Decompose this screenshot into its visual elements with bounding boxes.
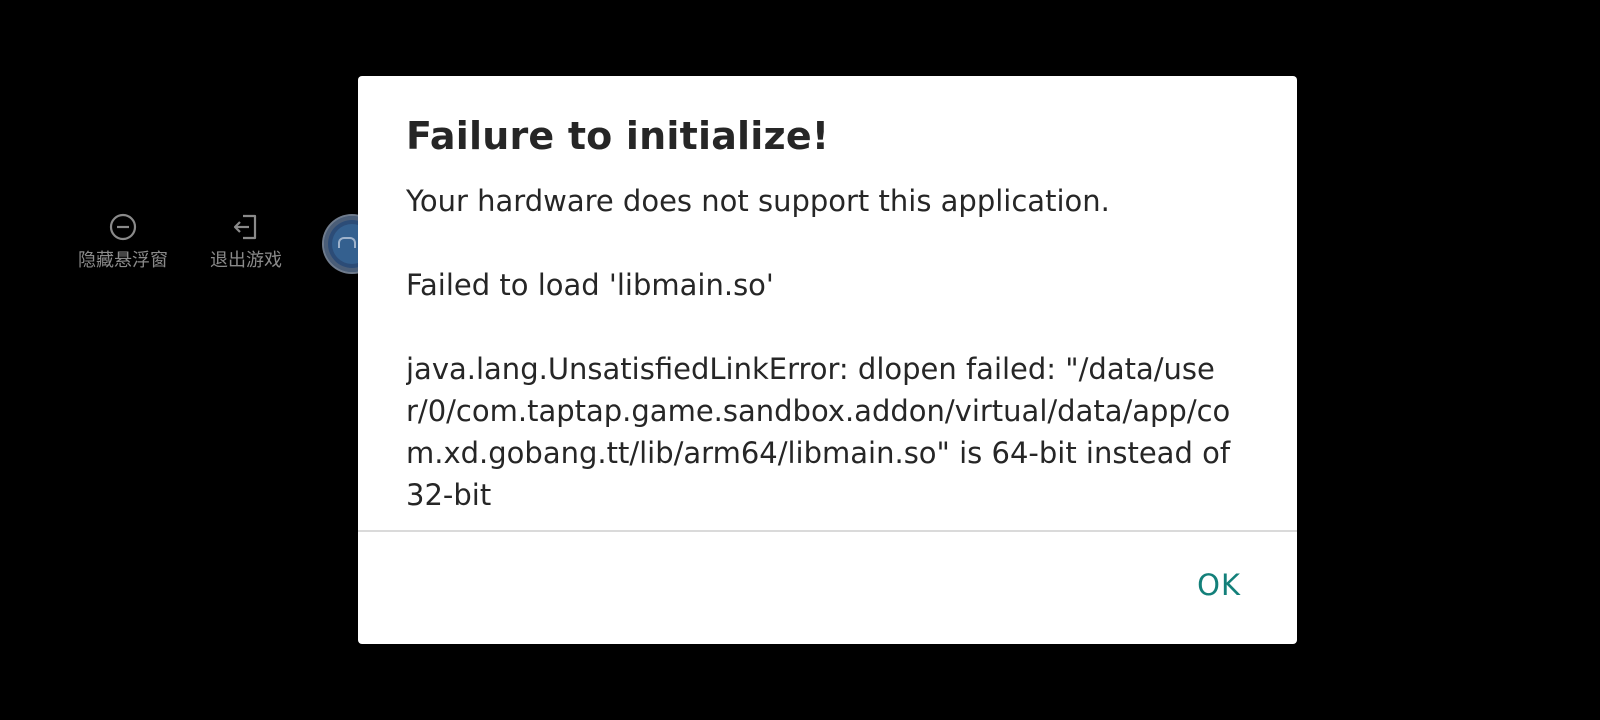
dialog-message: Your hardware does not support this appl… bbox=[406, 184, 1110, 218]
exit-game-button[interactable]: 退出游戏 bbox=[210, 212, 282, 272]
ok-button[interactable]: OK bbox=[1197, 568, 1241, 602]
error-dialog: Failure to initialize! Your hardware doe… bbox=[358, 76, 1297, 644]
avatar-glyph bbox=[338, 237, 356, 248]
logout-icon bbox=[231, 212, 261, 242]
dialog-body: Your hardware does not support this appl… bbox=[406, 180, 1236, 590]
hide-float-window-button[interactable]: 隐藏悬浮窗 bbox=[78, 212, 168, 272]
dialog-title: Failure to initialize! bbox=[406, 114, 830, 158]
screen: 隐藏悬浮窗 退出游戏 Failure to initialize! Your h… bbox=[0, 0, 1600, 720]
dialog-divider bbox=[358, 530, 1297, 532]
exit-game-label: 退出游戏 bbox=[210, 250, 282, 271]
minus-circle-icon bbox=[108, 212, 138, 242]
dialog-load-error: Failed to load 'libmain.so' bbox=[406, 268, 774, 302]
hide-float-window-label: 隐藏悬浮窗 bbox=[78, 250, 168, 271]
dialog-exception: java.lang.UnsatisfiedLinkError: dlopen f… bbox=[406, 352, 1231, 512]
